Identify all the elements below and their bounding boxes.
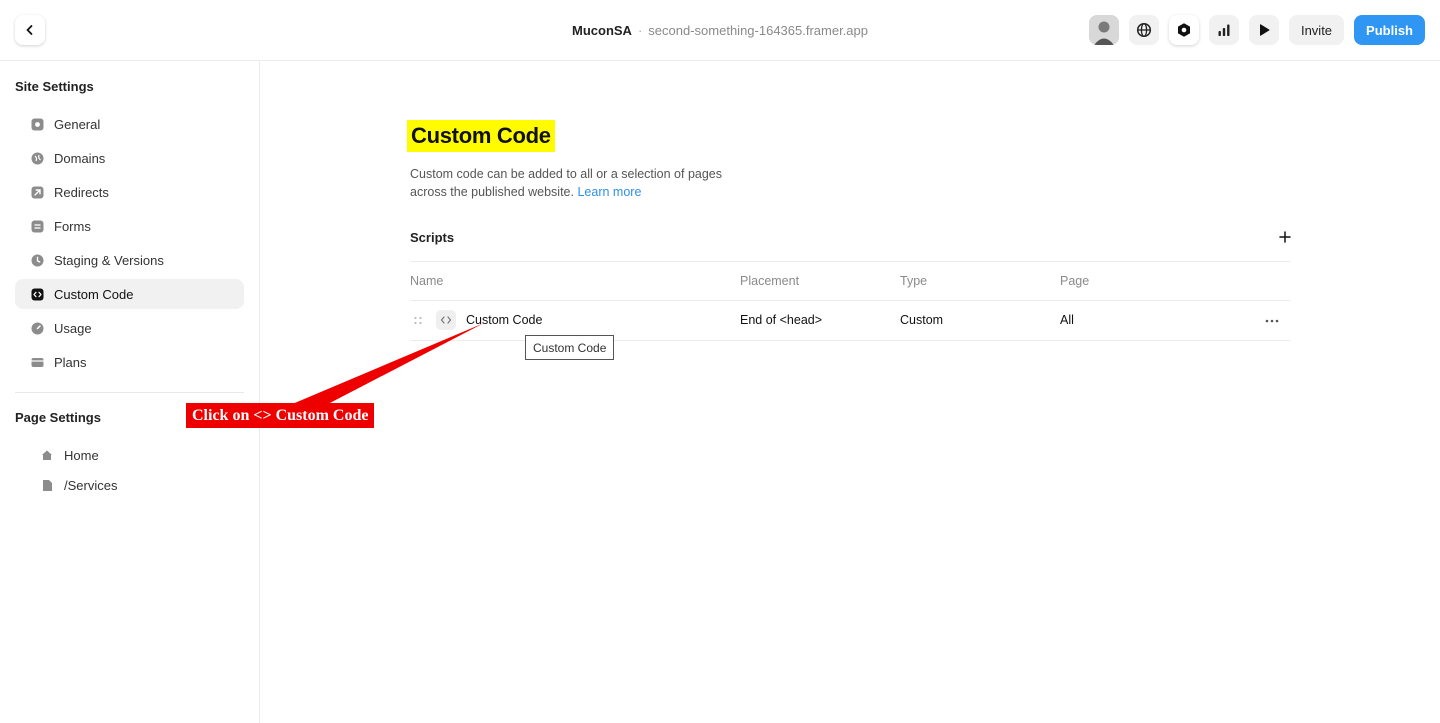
preview-button[interactable] [1248, 15, 1279, 45]
publish-button[interactable]: Publish [1354, 15, 1425, 45]
project-name: MuconSA [572, 23, 632, 38]
sidebar-item-usage[interactable]: Usage [15, 313, 244, 343]
invite-button[interactable]: Invite [1288, 15, 1345, 45]
page-item-label: /Services [64, 477, 118, 493]
forms-icon [30, 219, 44, 233]
sidebar-item-label: Usage [54, 320, 92, 336]
sidebar-item-label: Redirects [54, 184, 109, 200]
sidebar-item-general[interactable]: General [15, 109, 244, 139]
site-settings-heading: Site Settings [15, 79, 94, 94]
sidebar-item-label: Staging & Versions [54, 252, 164, 268]
globe-button[interactable] [1128, 15, 1159, 45]
bar-chart-icon [1218, 24, 1230, 36]
script-page: All [1060, 313, 1074, 327]
play-icon [1259, 24, 1270, 36]
sidebar-item-custom-code[interactable]: Custom Code [15, 279, 244, 309]
table-header-divider [410, 300, 1290, 301]
learn-more-link[interactable]: Learn more [577, 185, 641, 199]
settings-sidebar: Site Settings General Domains Redirects … [0, 61, 260, 723]
table-top-divider [410, 261, 1290, 262]
scripts-heading: Scripts [410, 230, 455, 245]
annotation-label: Click on <> Custom Code [186, 403, 375, 428]
drag-handle-icon[interactable] [413, 315, 423, 327]
globe-icon [1136, 22, 1152, 38]
column-header-placement: Placement [740, 274, 800, 288]
gauge-icon [30, 321, 44, 335]
sidebar-item-staging-versions[interactable]: Staging & Versions [15, 245, 244, 275]
globe-icon [30, 151, 44, 165]
code-icon [30, 287, 44, 301]
page-icon [40, 478, 54, 492]
back-button[interactable] [15, 15, 45, 45]
sidebar-item-label: General [54, 116, 101, 132]
script-type: Custom [900, 313, 944, 327]
column-header-name: Name [410, 274, 444, 288]
sidebar-item-plans[interactable]: Plans [15, 347, 244, 377]
sidebar-item-label: Plans [54, 354, 87, 370]
avatar[interactable] [1088, 15, 1119, 45]
analytics-button[interactable] [1208, 15, 1239, 45]
column-header-page: Page [1060, 274, 1090, 288]
top-bar: MuconSA · second-something-164365.framer… [0, 0, 1440, 61]
toolbar-actions: Invite Publish [1088, 15, 1425, 45]
script-name[interactable]: Custom Code [466, 313, 542, 327]
gear-icon [30, 117, 44, 131]
user-avatar-icon [1088, 15, 1119, 45]
redirect-arrow-icon [30, 185, 44, 199]
site-url[interactable]: second-something-164365.framer.app [648, 23, 868, 38]
tooltip: Custom Code [525, 335, 615, 360]
page-settings-heading: Page Settings [15, 410, 101, 425]
chevron-left-icon [26, 25, 33, 35]
home-icon [40, 448, 54, 462]
add-script-button[interactable] [1277, 229, 1293, 245]
more-options-icon[interactable] [1264, 317, 1280, 325]
plus-icon [1279, 231, 1291, 243]
sidebar-item-domains[interactable]: Domains [15, 143, 244, 173]
settings-button[interactable] [1168, 15, 1199, 45]
clock-icon [30, 253, 44, 267]
script-placement: End of <head> [740, 313, 823, 327]
sidebar-item-label: Custom Code [54, 286, 134, 302]
hexagon-settings-icon [1177, 23, 1190, 37]
column-header-type: Type [900, 274, 928, 288]
sidebar-item-redirects[interactable]: Redirects [15, 177, 244, 207]
title-separator: · [637, 23, 643, 38]
description-text: Custom code can be added to all or a sel… [410, 167, 723, 199]
card-icon [30, 355, 44, 369]
sidebar-item-forms[interactable]: Forms [15, 211, 244, 241]
page-description: Custom code can be added to all or a sel… [410, 165, 730, 201]
code-brackets-icon[interactable] [436, 310, 456, 330]
page-item-services[interactable]: /Services [40, 474, 117, 496]
page-item-label: Home [64, 447, 99, 463]
sidebar-divider [15, 392, 244, 393]
sidebar-item-label: Domains [54, 150, 106, 166]
page-item-home[interactable]: Home [40, 444, 99, 466]
page-title: Custom Code [407, 120, 555, 152]
main-content: Custom Code Custom code can be added to … [261, 61, 1440, 723]
sidebar-item-label: Forms [54, 218, 91, 234]
